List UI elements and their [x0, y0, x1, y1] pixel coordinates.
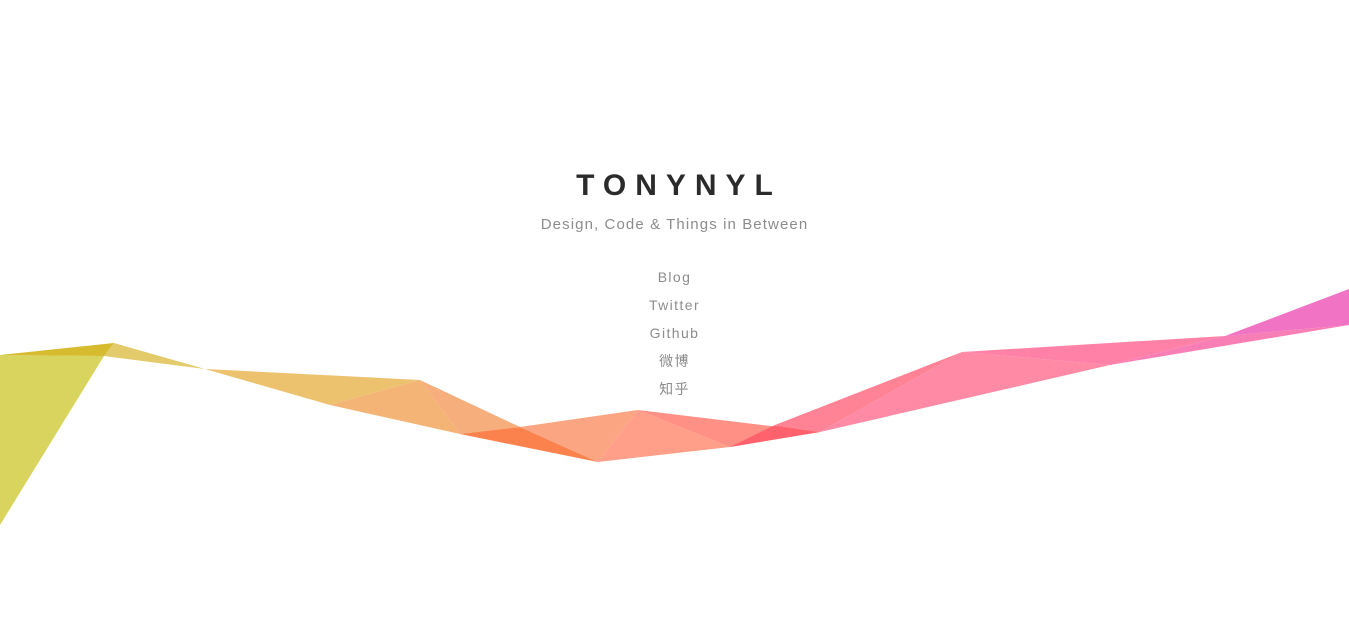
site-tagline: Design, Code & Things in Between	[540, 216, 809, 233]
nav-link-label[interactable]: 微博	[655, 350, 694, 372]
nav-link-twitter[interactable]: Twitter	[0, 294, 1349, 322]
nav-link-label[interactable]: Github	[646, 322, 704, 344]
main-nav: Blog Twitter Github 微博 知乎	[0, 266, 1349, 406]
nav-link-github[interactable]: Github	[0, 322, 1349, 350]
site-title: TONYNYL	[576, 169, 782, 202]
nav-link-zhihu[interactable]: 知乎	[0, 378, 1349, 406]
nav-link-label[interactable]: 知乎	[655, 378, 694, 400]
nav-link-weibo[interactable]: 微博	[0, 350, 1349, 378]
nav-link-label[interactable]: Twitter	[645, 294, 704, 316]
nav-link-label[interactable]: Blog	[654, 266, 696, 288]
site-header: TONYNYL Design, Code & Things in Between	[0, 168, 1349, 235]
nav-link-blog[interactable]: Blog	[0, 266, 1349, 294]
